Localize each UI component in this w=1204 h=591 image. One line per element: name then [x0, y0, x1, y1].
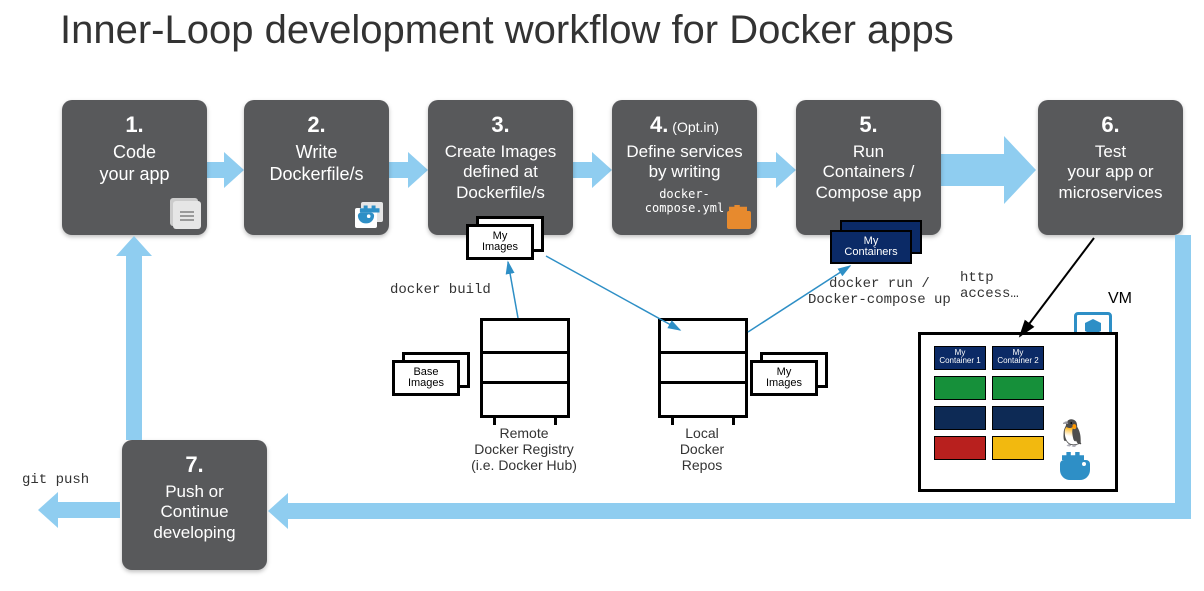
document-icon	[173, 201, 201, 229]
remote-registry-shelf	[480, 318, 570, 418]
step-2-num: 2.	[307, 112, 325, 137]
docker-whale-icon	[1060, 460, 1090, 480]
step-4-num: 4.	[650, 112, 668, 137]
remote-registry-label: Remote Docker Registry (i.e. Docker Hub)	[454, 425, 594, 473]
step-1-num: 1.	[125, 112, 143, 137]
vm-slot-navy-1	[934, 406, 986, 430]
step-5-num: 5.	[859, 112, 877, 137]
arrow-7-1	[126, 254, 142, 440]
step-1-body: Code your app	[70, 142, 199, 185]
step-3-num: 3.	[491, 112, 509, 137]
my-images-label-2: My Images	[750, 360, 818, 396]
git-push-label: git push	[22, 472, 89, 488]
my-images-label-1: My Images	[466, 224, 534, 260]
diagram-title: Inner-Loop development workflow for Dock…	[60, 8, 954, 53]
my-containers-stack: My Containers	[830, 220, 922, 264]
arrow-3-4	[570, 162, 594, 178]
step-4-body: Define services by writing	[620, 142, 749, 183]
my-images-stack-1: My Images	[466, 216, 544, 260]
docker-compose-icon	[727, 211, 751, 229]
vm-container-2: My Container 2	[992, 346, 1044, 370]
arrow-4-5	[754, 162, 778, 178]
arrow-git-push	[56, 502, 120, 518]
base-images-stack: Base Images	[392, 352, 470, 396]
arrow-2-3	[386, 162, 410, 178]
local-repos-label: Local Docker Repos	[632, 425, 772, 473]
vm-slot-navy-2	[992, 406, 1044, 430]
step-5-body: Run Containers / Compose app	[804, 142, 933, 203]
http-access-label: http access…	[960, 270, 1019, 302]
vm-label: VM	[1108, 290, 1132, 308]
vm-slot-green-2	[992, 376, 1044, 400]
arrow-5-6	[938, 154, 1008, 186]
vm-slot-red	[934, 436, 986, 460]
dockerfile-icon	[355, 201, 383, 229]
docker-run-label: docker run / Docker-compose up	[808, 276, 951, 308]
loop-arrow-into-7	[286, 503, 287, 519]
step-2-body: Write Dockerfile/s	[252, 142, 381, 185]
docker-build-label: docker build	[390, 282, 491, 298]
step-7: 7. Push or Continue developing	[122, 440, 267, 570]
vm-slot-green-1	[934, 376, 986, 400]
step-3: 3. Create Images defined at Dockerfile/s	[428, 100, 573, 235]
step-6-num: 6.	[1101, 112, 1119, 137]
step-1: 1. Code your app	[62, 100, 207, 235]
vm-slot-yellow	[992, 436, 1044, 460]
loop-segment-across	[286, 503, 1191, 519]
step-2: 2. Write Dockerfile/s	[244, 100, 389, 235]
step-7-num: 7.	[185, 452, 203, 477]
penguin-icon: 🐧	[1056, 418, 1088, 449]
step-4-opt: (Opt.in)	[668, 119, 719, 135]
step-4: 4. (Opt.in) Define services by writing d…	[612, 100, 757, 235]
step-6-body: Test your app or microservices	[1046, 142, 1175, 203]
step-3-body: Create Images defined at Dockerfile/s	[436, 142, 565, 203]
local-repos-shelf	[658, 318, 748, 418]
step-5: 5. Run Containers / Compose app	[796, 100, 941, 235]
step-6: 6. Test your app or microservices	[1038, 100, 1183, 235]
step-7-body: Push or Continue developing	[130, 482, 259, 543]
base-images-label: Base Images	[392, 360, 460, 396]
my-images-stack-2: My Images	[750, 352, 828, 396]
my-containers-label: My Containers	[830, 230, 912, 264]
vm-container-1: My Container 1	[934, 346, 986, 370]
loop-segment-down	[1175, 235, 1191, 503]
